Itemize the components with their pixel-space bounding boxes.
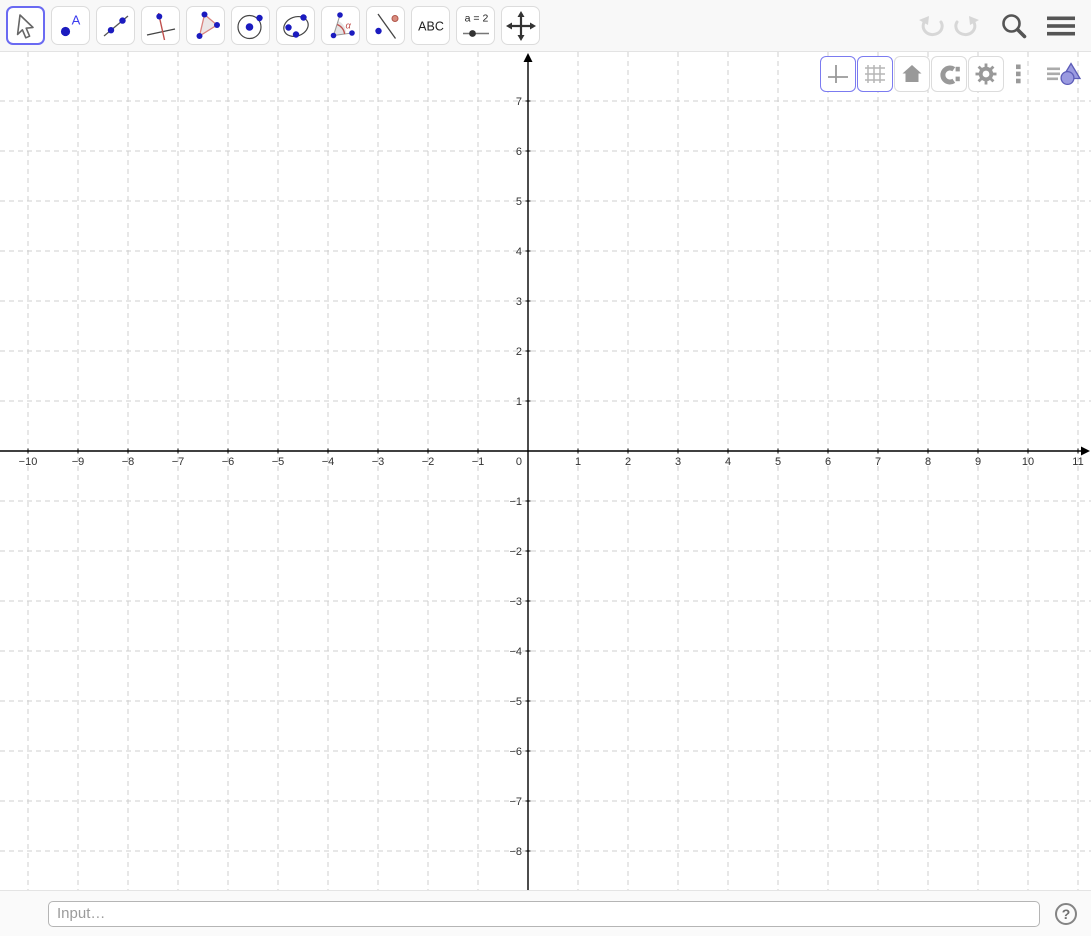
svg-text:1: 1 — [575, 456, 581, 468]
perpendicular-line-icon — [145, 10, 177, 42]
svg-text:−1: −1 — [509, 496, 522, 508]
slider-value-label: a = 2 — [464, 12, 488, 24]
circle-icon — [235, 10, 267, 42]
svg-text:10: 10 — [1022, 456, 1034, 468]
svg-text:−8: −8 — [509, 846, 522, 858]
help-question-mark-icon: ? — [1062, 907, 1071, 921]
grid-toggle-button[interactable] — [857, 56, 893, 92]
move-cursor-icon — [10, 10, 42, 42]
magnet-snap-button[interactable] — [931, 56, 967, 92]
polygon-icon — [190, 10, 222, 42]
geogebra-app: A — [0, 0, 1091, 936]
polygon-tool-button[interactable] — [186, 6, 225, 45]
svg-text:0: 0 — [516, 456, 522, 468]
move-graphics-view-icon — [505, 10, 537, 42]
line-icon — [100, 10, 132, 42]
svg-text:6: 6 — [516, 146, 522, 158]
svg-text:−6: −6 — [222, 456, 235, 468]
svg-text:−4: −4 — [509, 646, 522, 658]
svg-text:7: 7 — [875, 456, 881, 468]
text-tool-button[interactable]: ABC — [411, 6, 450, 45]
point-label: A — [71, 12, 80, 27]
svg-text:−6: −6 — [509, 746, 522, 758]
svg-text:−3: −3 — [372, 456, 385, 468]
text-abc-icon: ABC — [414, 10, 448, 42]
svg-text:5: 5 — [775, 456, 781, 468]
circle-tool-button[interactable] — [231, 6, 270, 45]
hamburger-menu-icon — [1045, 12, 1077, 40]
svg-text:2: 2 — [625, 456, 631, 468]
slider-tool-button[interactable]: a = 2 — [456, 6, 495, 45]
svg-text:6: 6 — [825, 456, 831, 468]
svg-text:−9: −9 — [72, 456, 85, 468]
svg-text:−2: −2 — [509, 546, 522, 558]
stylebar-toggle-button[interactable] — [1043, 56, 1085, 92]
svg-text:1: 1 — [516, 396, 522, 408]
undo-button[interactable] — [917, 11, 947, 41]
abc-label: ABC — [418, 19, 444, 33]
svg-text:8: 8 — [925, 456, 931, 468]
svg-text:−1: −1 — [472, 456, 485, 468]
point-icon: A — [55, 10, 87, 42]
input-bar: ? — [0, 890, 1091, 936]
move-tool-button[interactable] — [6, 6, 45, 45]
graphics-view-toolbar — [819, 56, 1085, 92]
svg-text:11: 11 — [1072, 456, 1083, 468]
angle-tool-button[interactable]: α — [321, 6, 360, 45]
svg-text:9: 9 — [975, 456, 981, 468]
svg-text:−7: −7 — [172, 456, 185, 468]
axes-toggle-button[interactable] — [820, 56, 856, 92]
ellipse-icon — [280, 10, 312, 42]
algebra-input-field[interactable] — [48, 901, 1040, 927]
svg-text:−10: −10 — [19, 456, 38, 468]
reflect-tool-button[interactable] — [366, 6, 405, 45]
svg-text:−2: −2 — [422, 456, 435, 468]
svg-text:−4: −4 — [322, 456, 335, 468]
more-options-button[interactable] — [1005, 56, 1031, 92]
svg-text:4: 4 — [516, 246, 522, 258]
main-toolbar: A — [0, 0, 1091, 52]
point-tool-button[interactable]: A — [51, 6, 90, 45]
search-button[interactable] — [999, 11, 1029, 41]
search-icon — [999, 11, 1029, 41]
home-icon — [900, 62, 924, 86]
magnet-icon — [937, 62, 961, 86]
perpendicular-line-tool-button[interactable] — [141, 6, 180, 45]
svg-text:−7: −7 — [509, 796, 522, 808]
svg-text:7: 7 — [516, 96, 522, 108]
coordinate-plane[interactable]: −10−9−8−7−6−5−4−3−2−11234567891011765432… — [0, 52, 1091, 890]
redo-icon — [951, 11, 981, 41]
svg-text:5: 5 — [516, 196, 522, 208]
line-tool-button[interactable] — [96, 6, 135, 45]
help-button[interactable]: ? — [1055, 903, 1077, 925]
slider-icon: a = 2 — [460, 10, 492, 42]
home-button[interactable] — [894, 56, 930, 92]
svg-text:2: 2 — [516, 346, 522, 358]
axes-icon — [826, 62, 850, 86]
svg-text:−5: −5 — [509, 696, 522, 708]
main-menu-button[interactable] — [1045, 12, 1077, 40]
undo-icon — [917, 11, 947, 41]
grid-icon — [863, 62, 887, 86]
alpha-label: α — [345, 20, 351, 31]
settings-button[interactable] — [968, 56, 1004, 92]
svg-text:4: 4 — [725, 456, 731, 468]
svg-text:3: 3 — [516, 296, 522, 308]
svg-text:3: 3 — [675, 456, 681, 468]
redo-button[interactable] — [951, 11, 981, 41]
move-view-tool-button[interactable] — [501, 6, 540, 45]
reflect-about-line-icon — [370, 10, 402, 42]
ellipse-tool-button[interactable] — [276, 6, 315, 45]
gear-icon — [974, 62, 998, 86]
svg-text:−3: −3 — [509, 596, 522, 608]
graphics-view[interactable]: −10−9−8−7−6−5−4−3−2−11234567891011765432… — [0, 52, 1091, 890]
svg-text:−5: −5 — [272, 456, 285, 468]
kebab-menu-icon — [1006, 61, 1030, 87]
style-bar-icon — [1046, 61, 1082, 87]
angle-icon: α — [325, 10, 357, 42]
svg-text:−8: −8 — [122, 456, 135, 468]
